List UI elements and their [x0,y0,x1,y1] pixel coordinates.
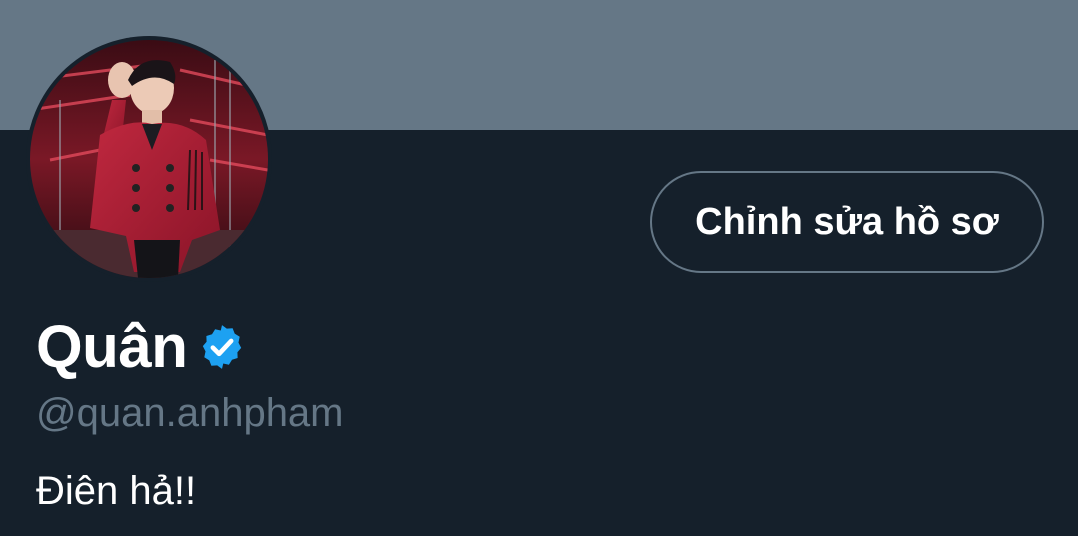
avatar[interactable] [30,40,268,278]
edit-profile-button[interactable]: Chỉnh sửa hồ sơ [650,171,1044,273]
display-name: Quân [36,313,188,380]
verified-badge-icon [197,322,247,372]
name-row: Quân [36,312,247,382]
avatar-frame[interactable] [26,36,272,282]
user-handle: @quan.anhpham [36,391,344,435]
profile-photo [30,40,268,278]
profile-bio: Điên hả!! [36,469,197,513]
